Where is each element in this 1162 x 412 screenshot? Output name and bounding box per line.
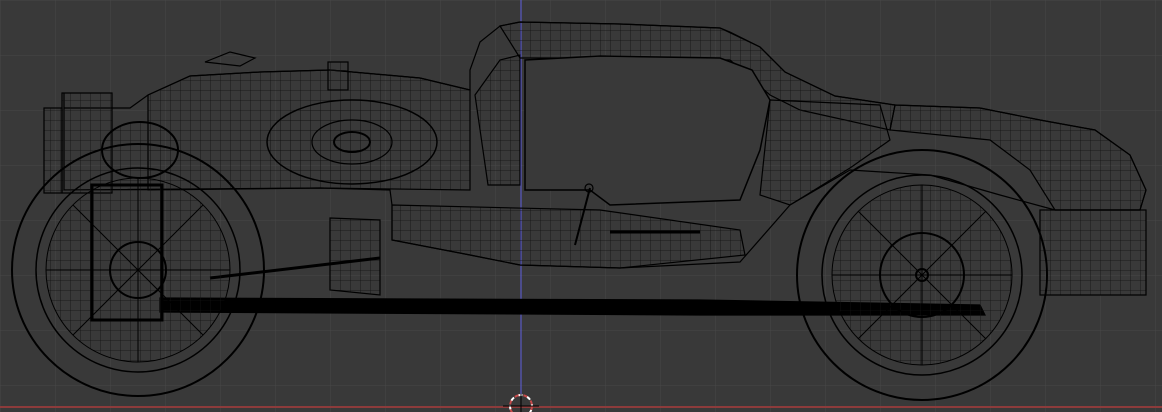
cabin-window [524,55,771,206]
front-bumper [43,107,63,194]
headlamp [101,121,179,179]
running-board-step [329,217,381,296]
rear-spokes [832,185,1012,365]
wireframe-canvas[interactable] [0,0,1162,412]
3d-viewport[interactable] [0,0,1162,412]
front-spokes [46,178,230,362]
rear-bumper [1039,209,1147,296]
spare-wheel-outer [266,99,438,185]
fuel-cap [327,61,349,91]
